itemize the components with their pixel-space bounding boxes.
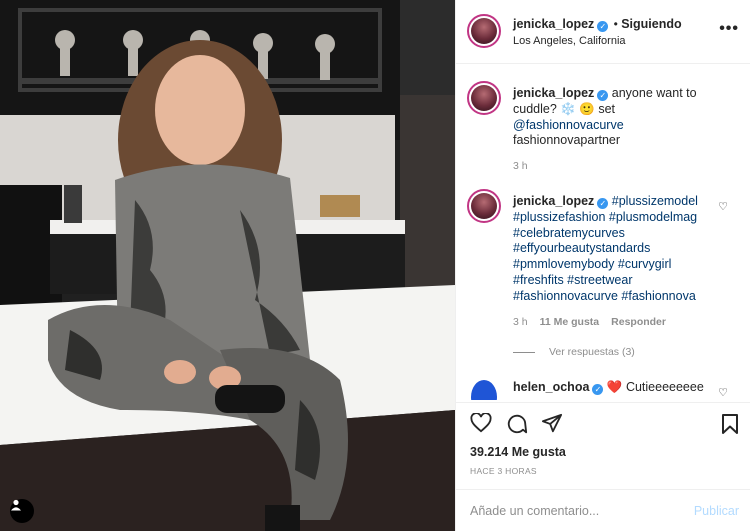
post-header: jenicka_lopez ✓ • Siguiendo Los Angeles, … — [456, 0, 750, 64]
reply-button[interactable]: Responder — [611, 316, 666, 328]
comment-item: jenicka_lopez ✓ #plussizemodel #plussizef… — [513, 194, 708, 305]
author-username[interactable]: jenicka_lopez — [513, 17, 594, 31]
post-location[interactable]: Los Angeles, California — [513, 35, 626, 47]
comment-username[interactable]: jenicka_lopez — [513, 194, 594, 208]
comment-item: helen_ochoa ✓ ❤️ Cutieeeeeeee — [513, 380, 708, 396]
author-avatar[interactable] — [467, 14, 501, 48]
following-button[interactable]: Siguiendo — [621, 17, 681, 31]
caption-extra: fashionnovapartner — [513, 133, 621, 148]
comment-bubble-icon[interactable] — [506, 413, 528, 435]
caption-avatar[interactable] — [467, 81, 501, 115]
comment-avatar[interactable] — [467, 376, 501, 402]
verified-badge-icon: ✓ — [597, 198, 609, 209]
view-replies-label: Ver respuestas (3) — [549, 346, 635, 358]
caption-time: 3 h — [513, 160, 528, 172]
like-comment-heart-icon[interactable]: ♡ — [718, 386, 728, 399]
instagram-post: jenicka_lopez ✓ • Siguiendo Los Angeles, … — [0, 0, 750, 531]
like-heart-icon[interactable] — [470, 413, 492, 433]
comment-time: 3 h — [513, 316, 528, 328]
comment-meta: 3 h 11 Me gusta Responder — [513, 316, 666, 328]
verified-badge-icon: ✓ — [597, 90, 609, 101]
post-actions: 39.214 Me gusta HACE 3 HORAS Publicar — [456, 402, 750, 530]
publish-button[interactable]: Publicar — [694, 504, 739, 518]
photo-illustration — [0, 0, 455, 531]
comment-username[interactable]: helen_ochoa — [513, 380, 589, 394]
comment-hashtags[interactable]: #plussizemodel #plussizefashion #plusmod… — [513, 194, 698, 303]
like-comment-heart-icon[interactable]: ♡ — [718, 200, 728, 213]
caption-username[interactable]: jenicka_lopez — [513, 86, 594, 100]
view-replies-button[interactable]: Ver respuestas (3) — [513, 346, 635, 358]
header-line: jenicka_lopez ✓ • Siguiendo — [513, 17, 682, 32]
verified-badge-icon: ✓ — [597, 21, 609, 32]
comment-box: Publicar — [456, 489, 750, 531]
post-timestamp[interactable]: HACE 3 HORAS — [470, 466, 537, 476]
verified-badge-icon: ✓ — [592, 384, 604, 395]
caption: jenicka_lopez ✓ anyone want to cuddle? ❄️… — [513, 86, 708, 149]
share-send-icon[interactable] — [541, 413, 563, 434]
comment-likes[interactable]: 11 Me gusta — [540, 316, 600, 328]
more-horizontal-icon[interactable]: ••• — [719, 20, 739, 38]
tagged-users-button[interactable] — [10, 499, 34, 523]
comment-input[interactable] — [470, 501, 670, 521]
comment-text: ❤️ Cutieeeeeeee — [606, 380, 704, 394]
save-bookmark-icon[interactable] — [721, 413, 739, 435]
likes-count[interactable]: 39.214 Me gusta — [470, 445, 566, 459]
post-side-panel: jenicka_lopez ✓ • Siguiendo Los Angeles, … — [455, 0, 750, 531]
caption-mention[interactable]: @fashionnovacurve — [513, 118, 624, 132]
post-photo[interactable] — [0, 0, 455, 531]
user-icon — [11, 499, 21, 511]
comment-avatar[interactable] — [467, 189, 501, 223]
separator-dot: • — [613, 17, 618, 31]
